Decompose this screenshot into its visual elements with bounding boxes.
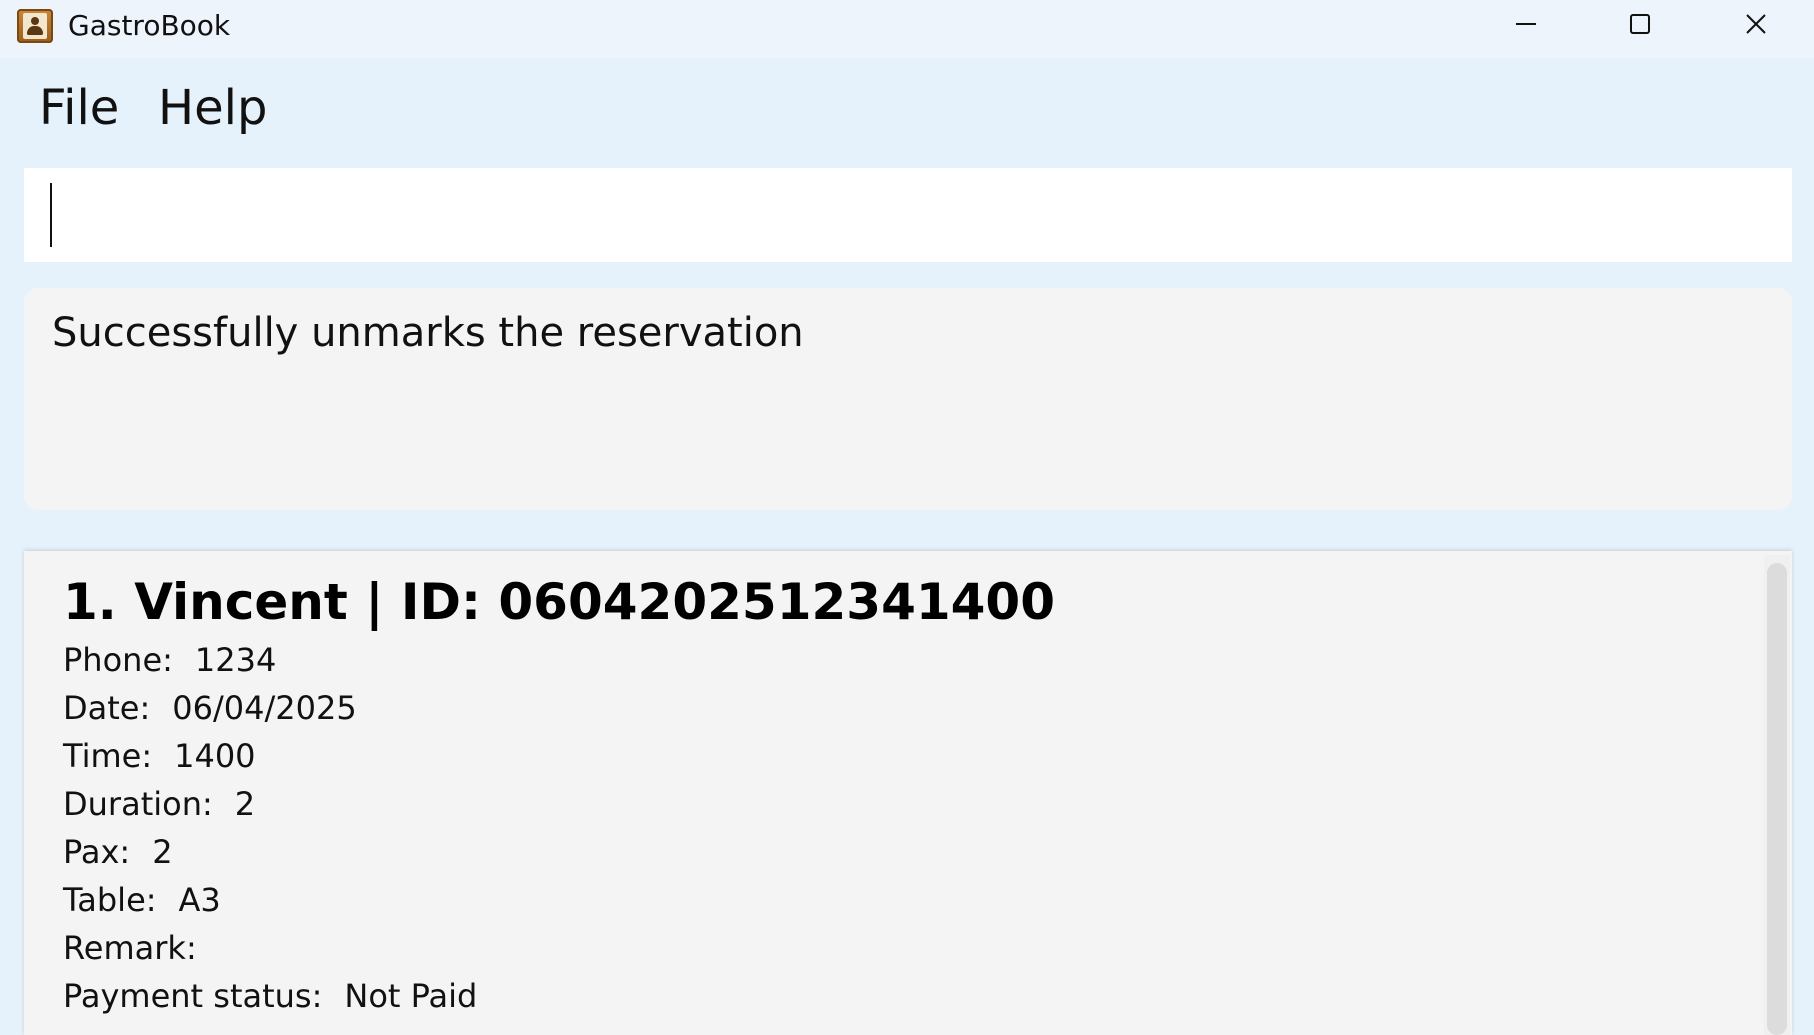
menu-file[interactable]: File <box>39 78 119 138</box>
time-row: Time: 1400 <box>63 736 256 776</box>
time-value: 1400 <box>174 737 256 775</box>
close-icon <box>1746 14 1766 34</box>
remark-label: Remark: <box>63 929 197 967</box>
payment-row: Payment status: Not Paid <box>63 976 477 1016</box>
date-row: Date: 06/04/2025 <box>63 688 357 728</box>
reservation-title: 1. Vincent | ID: 0604202512341400 <box>63 573 1056 631</box>
table-value: A3 <box>178 881 221 919</box>
title-bar: GastroBook <box>0 0 1814 58</box>
text-cursor <box>50 183 52 247</box>
result-display: Successfully unmarks the reservation <box>24 288 1792 510</box>
result-message: Successfully unmarks the reservation <box>52 310 804 356</box>
phone-label: Phone: <box>63 641 173 679</box>
command-input[interactable] <box>24 168 1792 262</box>
reservation-list[interactable]: 1. Vincent | ID: 0604202512341400 Phone:… <box>24 551 1792 1035</box>
menu-bar: File Help <box>0 58 1814 164</box>
maximize-icon <box>1630 14 1650 34</box>
date-value: 06/04/2025 <box>172 689 357 727</box>
menu-help[interactable]: Help <box>158 78 267 138</box>
table-row: Table: A3 <box>63 880 221 920</box>
window-title: GastroBook <box>68 9 231 42</box>
duration-label: Duration: <box>63 785 213 823</box>
maximize-button[interactable] <box>1586 0 1696 50</box>
time-label: Time: <box>63 737 153 775</box>
duration-value: 2 <box>234 785 256 823</box>
table-label: Table: <box>63 881 157 919</box>
reservation-card[interactable]: 1. Vincent | ID: 0604202512341400 Phone:… <box>24 551 1754 1035</box>
pax-label: Pax: <box>63 833 131 871</box>
duration-row: Duration: 2 <box>63 784 255 824</box>
pax-value: 2 <box>152 833 173 871</box>
minimize-button[interactable] <box>1472 0 1582 50</box>
pax-row: Pax: 2 <box>63 832 173 872</box>
date-label: Date: <box>63 689 151 727</box>
remark-row: Remark: <box>63 928 219 968</box>
minimize-icon <box>1516 23 1536 25</box>
close-button[interactable] <box>1702 0 1812 50</box>
payment-label: Payment status: <box>63 977 323 1015</box>
payment-value: Not Paid <box>344 977 478 1015</box>
phone-row: Phone: 1234 <box>63 640 276 680</box>
command-box[interactable] <box>24 168 1792 262</box>
list-scrollbar[interactable] <box>1764 555 1790 1035</box>
scroll-thumb[interactable] <box>1767 563 1787 1035</box>
address-book-icon <box>17 9 53 43</box>
phone-value: 1234 <box>194 641 277 679</box>
